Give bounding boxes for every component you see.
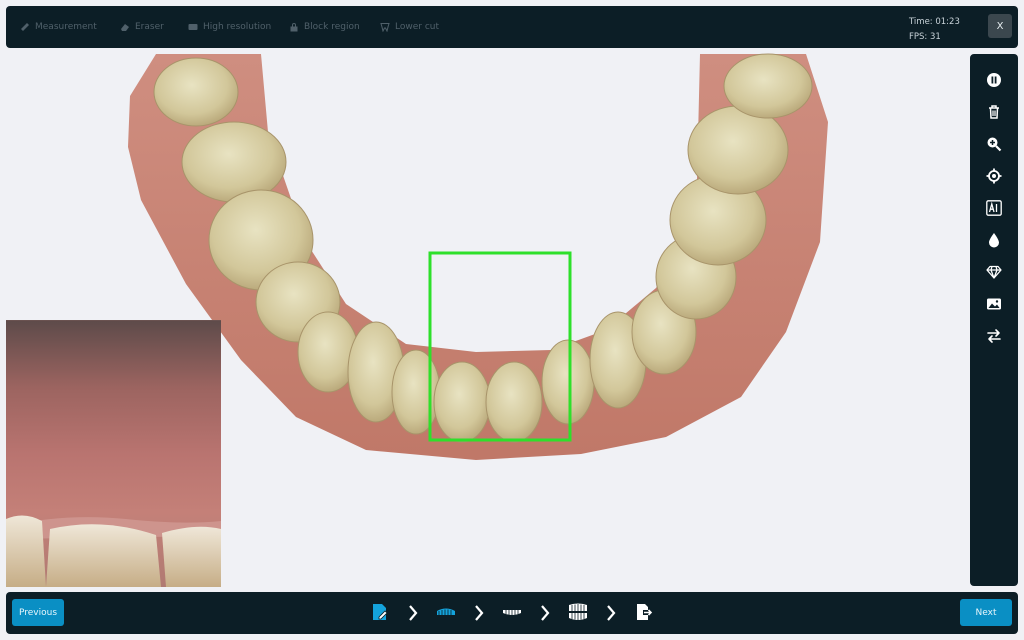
time-readout: Time: 01:23 [909, 17, 960, 27]
eraser-icon [121, 24, 129, 31]
lower-cut-tool[interactable]: Lower cut [380, 6, 439, 48]
tooth [485, 361, 543, 443]
diamond-icon [986, 265, 1002, 279]
chevron-right-icon [607, 605, 616, 621]
chevron-right-icon [409, 605, 418, 621]
tooth [687, 105, 789, 195]
fps-readout: FPS: 31 [909, 32, 941, 42]
hd-icon [188, 24, 198, 30]
focus-button[interactable] [984, 166, 1004, 186]
prescription-icon [373, 604, 388, 620]
upper-arch-icon [503, 610, 521, 616]
previous-button[interactable]: Previous [12, 599, 64, 626]
zoom-in-button[interactable] [984, 134, 1004, 154]
chevron-right-icon [541, 605, 550, 621]
close-button[interactable]: X [988, 14, 1012, 38]
lock-icon [290, 23, 298, 32]
step-upper-arch[interactable] [501, 601, 523, 623]
measurement-label: Measurement [35, 22, 97, 32]
scan-stats: Time: 01:23 FPS: 31 [909, 15, 960, 45]
tooth [391, 349, 441, 435]
trash-icon [989, 105, 999, 119]
bite-icon [569, 603, 587, 620]
image-icon [987, 298, 1001, 310]
intraoral-camera-image [6, 321, 221, 587]
tooth [153, 57, 239, 127]
swap-button[interactable] [984, 326, 1004, 346]
high-resolution-label: High resolution [203, 22, 272, 32]
lower-cut-label: Lower cut [395, 22, 440, 32]
block-region-label: Block region [304, 22, 360, 32]
step-lower-arch[interactable] [435, 601, 457, 623]
step-bite[interactable] [567, 601, 589, 623]
ai-button[interactable] [984, 198, 1004, 218]
ai-icon [986, 200, 1002, 216]
high-resolution-tool[interactable]: High resolution [188, 6, 271, 48]
swap-icon [987, 329, 1001, 343]
pause-icon [987, 73, 1001, 87]
tooth [723, 53, 813, 119]
drop-icon [989, 233, 999, 248]
right-toolbar [970, 54, 1018, 586]
chevron-right-icon [475, 605, 484, 621]
delete-button[interactable] [984, 102, 1004, 122]
color-button[interactable] [984, 230, 1004, 250]
camera-preview [6, 320, 221, 587]
export-icon [637, 604, 653, 620]
lower-arch-icon [437, 608, 455, 615]
step-export[interactable] [633, 601, 655, 623]
pause-button[interactable] [984, 70, 1004, 90]
eraser-tool[interactable]: Eraser [120, 6, 164, 48]
tooth [433, 361, 491, 443]
target-icon [986, 168, 1002, 184]
workflow-bar: Previous Next [6, 592, 1018, 634]
tooth [541, 339, 595, 425]
zoom-in-icon [987, 137, 1002, 152]
measurement-tool[interactable]: Measurement [20, 6, 97, 48]
snapshot-button[interactable] [984, 294, 1004, 314]
tooth-icon [380, 23, 390, 32]
shade-button[interactable] [984, 262, 1004, 282]
eraser-label: Eraser [135, 22, 164, 32]
next-button[interactable]: Next [960, 599, 1012, 626]
top-toolbar: Measurement Eraser High resolution Block… [6, 6, 1018, 48]
tooth [181, 121, 287, 203]
step-prescription[interactable] [369, 601, 391, 623]
block-region-tool[interactable]: Block region [289, 6, 360, 48]
ruler-icon [21, 23, 29, 31]
